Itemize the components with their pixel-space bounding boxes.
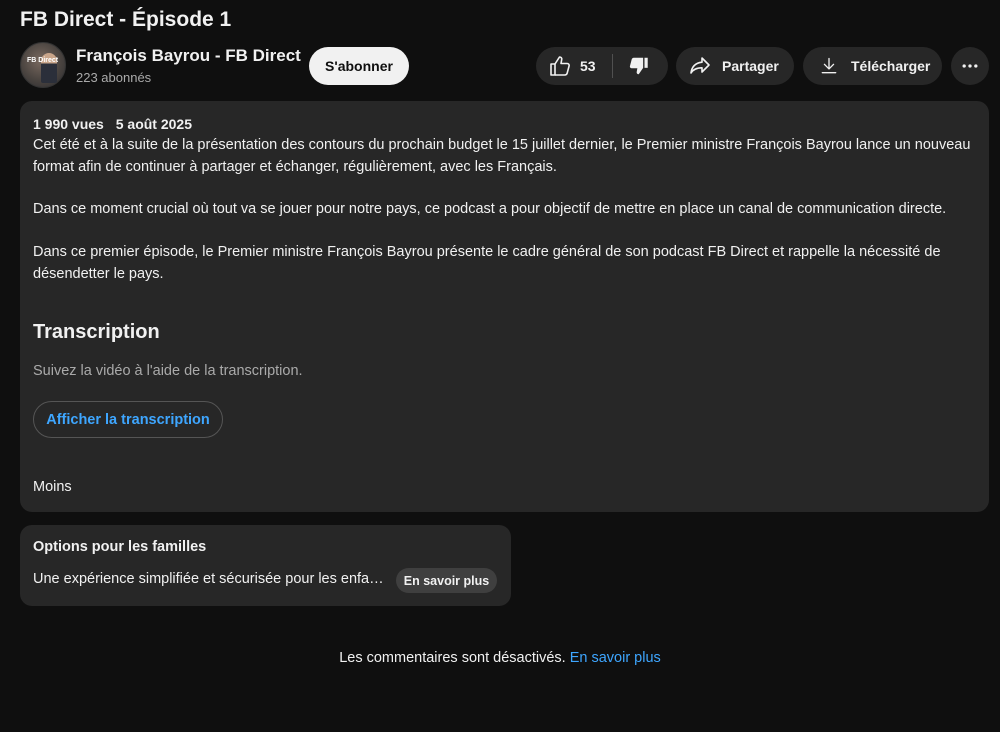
family-options-title: Options pour les familles <box>33 539 207 555</box>
avatar-logo-text: FB Direct <box>27 57 59 64</box>
channel-avatar[interactable]: FB Direct <box>20 42 66 88</box>
upload-date: 5 août 2025 <box>115 116 192 132</box>
comments-learn-more-link[interactable]: En savoir plus <box>570 650 661 666</box>
subscriber-count: 223 abonnés <box>76 70 152 85</box>
like-count: 53 <box>580 58 596 74</box>
transcription-subtitle: Suivez la vidéo à l'aide de la transcrip… <box>33 363 303 379</box>
family-learn-more-button[interactable]: En savoir plus <box>396 568 497 593</box>
channel-row: FB Direct François Bayrou - FB Direct 22… <box>20 42 992 88</box>
like-button[interactable]: 53 <box>536 47 612 85</box>
description-paragraph: Dans ce premier épisode, le Premier mini… <box>33 244 941 282</box>
view-count: 1 990 vues <box>33 116 104 132</box>
download-label: Télécharger <box>851 58 931 74</box>
thumbs-down-icon <box>629 57 648 75</box>
thumbs-up-icon <box>550 56 570 76</box>
subscribe-button[interactable]: S'abonner <box>309 47 409 85</box>
description-box[interactable]: 1 990 vues 5 août 2025 Cet été et à la s… <box>20 101 989 512</box>
share-arrow-icon <box>690 57 710 74</box>
comments-disabled-text: Les commentaires sont désactivés. <box>339 650 566 666</box>
video-meta: 1 990 vues 5 août 2025 <box>33 116 200 132</box>
show-less-button[interactable]: Moins <box>33 479 72 495</box>
description-paragraph: Cet été et à la suite de la présentation… <box>33 137 971 175</box>
family-options-text: Une expérience simplifiée et sécurisée p… <box>33 571 385 587</box>
transcription-heading: Transcription <box>33 321 160 343</box>
share-button[interactable]: Partager <box>676 47 794 85</box>
more-actions-button[interactable] <box>951 47 989 85</box>
show-transcription-button[interactable]: Afficher la transcription <box>33 401 223 438</box>
family-options-card: Options pour les familles Une expérience… <box>20 525 511 606</box>
download-icon <box>821 57 837 74</box>
more-horizontal-icon <box>962 64 978 68</box>
channel-name[interactable]: François Bayrou - FB Direct <box>76 46 301 66</box>
like-dislike-group: 53 <box>536 47 668 85</box>
download-button[interactable]: Télécharger <box>803 47 942 85</box>
dislike-button[interactable] <box>613 47 665 85</box>
share-label: Partager <box>722 58 779 74</box>
comments-disabled-notice: Les commentaires sont désactivés. En sav… <box>0 650 1000 666</box>
video-title: FB Direct - Épisode 1 <box>20 8 232 31</box>
description-paragraph: Dans ce moment crucial où tout va se jou… <box>33 201 947 217</box>
